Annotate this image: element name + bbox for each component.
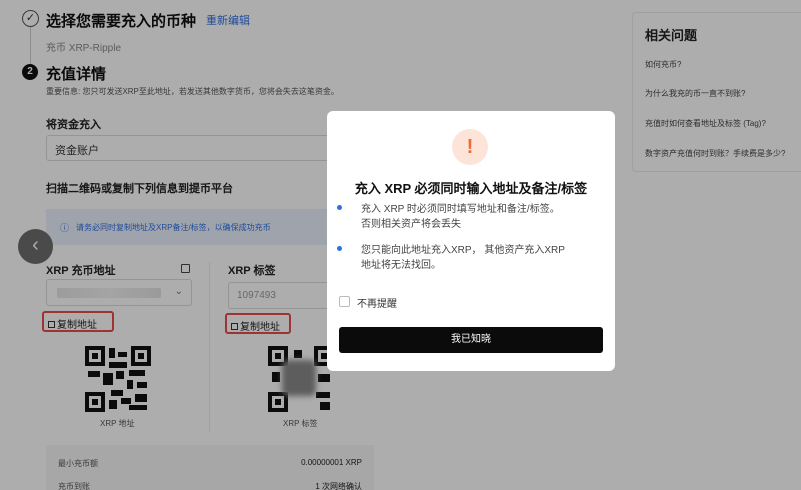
tag-warning-modal: ! 充入 XRP 必须同时输入地址及备注/标签 充入 XRP 时必须同时填写地址… <box>327 111 615 371</box>
modal-bullet-line: 否则相关资产将会丢失 <box>361 219 461 230</box>
dont-remind-label[interactable]: 不再提醒 <box>357 295 397 310</box>
modal-bullet-line: 您只能向此地址充入XRP， 其他资产充入XRP <box>361 245 565 256</box>
dont-remind-checkbox[interactable] <box>339 296 350 307</box>
modal-title: 充入 XRP 必须同时输入地址及备注/标签 <box>354 181 588 196</box>
bullet-dot <box>337 205 342 210</box>
acknowledge-button[interactable]: 我已知晓 <box>339 327 603 353</box>
warning-icon: ! <box>452 129 488 165</box>
modal-bullet-line: 地址将无法找回。 <box>361 260 441 271</box>
bullet-dot <box>337 246 342 251</box>
modal-bullet-line: 充入 XRP 时必须同时填写地址和备注/标签。 <box>361 204 560 215</box>
